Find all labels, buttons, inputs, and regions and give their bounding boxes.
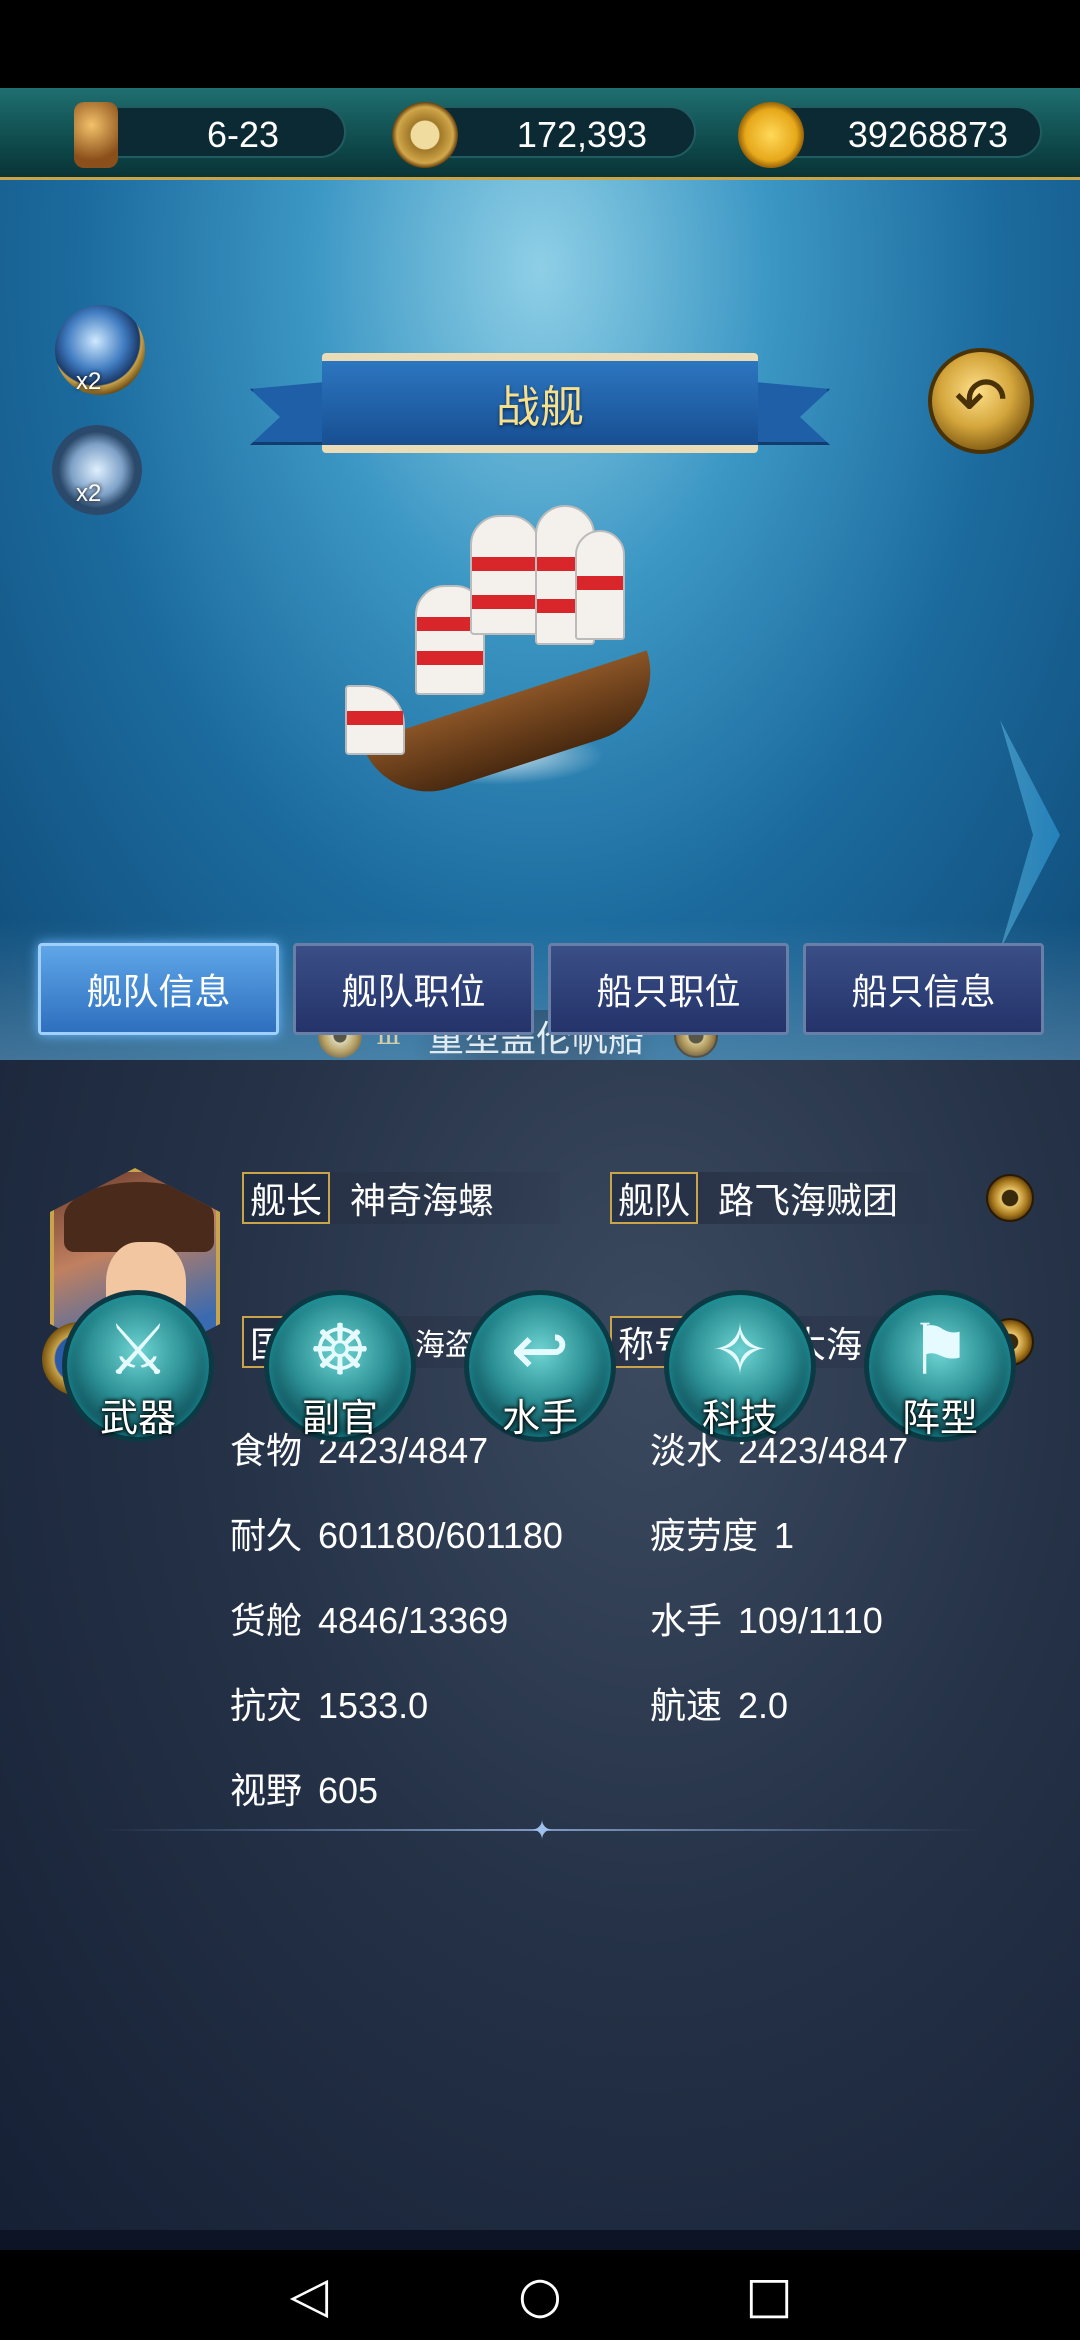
weapons-button[interactable]: ⚔ 武器: [62, 1290, 214, 1442]
tab-bar: 舰队信息 舰队职位 船只职位 船只信息: [38, 943, 1044, 1035]
system-nav-bar: ◁ ○ □: [0, 2250, 1080, 2340]
formation-button[interactable]: ⚑ 阵型: [864, 1290, 1016, 1442]
tab-ship-info[interactable]: 船只信息: [803, 943, 1044, 1035]
sailors-button[interactable]: ↩ 水手: [464, 1290, 616, 1442]
hook-icon: ↩: [510, 1309, 570, 1391]
stat-durability: 耐久 601180/601180: [230, 1507, 563, 1557]
compass-value: 172,393: [516, 114, 648, 155]
fleet-name: 路飞海贼团: [698, 1172, 929, 1224]
stat-value: 2.0: [738, 1685, 789, 1726]
sailors-label: 水手: [501, 1396, 578, 1440]
ship-sail: [575, 530, 625, 640]
change-fleet-icon[interactable]: [986, 1174, 1034, 1222]
stat-label: 货舱: [230, 1601, 303, 1642]
compass-resource[interactable]: 172,393: [392, 102, 696, 168]
status-strip: [0, 0, 1080, 88]
stat-value: 605: [318, 1770, 379, 1811]
nav-recents-icon[interactable]: □: [724, 2250, 814, 2340]
next-ship-arrow-icon[interactable]: [1000, 720, 1060, 950]
stat-cargo: 货舱 4846/13369: [230, 1592, 508, 1642]
stat-sailors: 水手 109/1110: [650, 1592, 883, 1642]
captain-label: 舰长: [242, 1172, 331, 1224]
fleet-field: 舰队 路飞海贼团: [610, 1172, 929, 1224]
stat-speed: 航速 2.0: [650, 1677, 788, 1727]
action-button-row: ⚔ 武器 ☸ 副官 ↩ 水手 ✧ 科技 ⚑ 阵型: [62, 1290, 1022, 1442]
tab-ship-positions[interactable]: 船只职位: [548, 943, 789, 1035]
sword-icon: ⚔: [106, 1309, 170, 1391]
stat-value: 109/1110: [738, 1600, 883, 1641]
fleet-label: 舰队: [610, 1172, 699, 1224]
page-title: 战舰: [496, 382, 584, 433]
stat-label: 航速: [650, 1686, 723, 1727]
stat-disaster-resistance: 抗灾 1533.0: [230, 1677, 428, 1727]
stat-value: 4846/13369: [318, 1600, 509, 1641]
captain-field: 舰长 神奇海螺: [242, 1172, 561, 1224]
stat-value: 1: [774, 1515, 795, 1556]
ship-hull: [361, 650, 669, 810]
bottom-edge: [0, 2230, 1080, 2250]
flag-icon: ⚑: [908, 1309, 972, 1391]
technology-label: 科技: [701, 1396, 778, 1440]
stat-label: 水手: [650, 1601, 723, 1642]
resource-bar: 6-23 172,393 39268873: [0, 88, 1080, 180]
back-arrow-icon: ↶: [954, 364, 1008, 438]
compass-icon: [392, 102, 458, 168]
ship-sail: [470, 515, 540, 635]
tab-fleet-positions[interactable]: 舰队职位: [293, 943, 534, 1035]
weapons-label: 武器: [99, 1396, 176, 1440]
stat-label: 抗灾: [230, 1686, 303, 1727]
anchor-coin-icon: [738, 102, 804, 168]
back-button[interactable]: ↶: [928, 348, 1034, 454]
ship-sail: [345, 685, 405, 755]
hourglass-icon: [74, 102, 118, 168]
date-value: 6-23: [206, 114, 280, 155]
formation-label: 阵型: [901, 1396, 978, 1440]
date-display[interactable]: 6-23: [74, 102, 346, 168]
nav-home-icon[interactable]: ○: [495, 2250, 585, 2340]
swords-buff-multiplier: x2: [76, 480, 102, 507]
stat-label: 疲劳度: [650, 1516, 759, 1557]
compass-icon: ✧: [710, 1309, 770, 1391]
fleet-info-panel: ☸ 舰长 神奇海螺 舰队 路飞海贼团 国籍 海盗 称号 星辰大海 食物2423/…: [0, 1060, 1080, 2250]
stat-label: 耐久: [230, 1516, 303, 1557]
nav-back-icon[interactable]: ◁: [264, 2250, 354, 2340]
gold-resource[interactable]: 39268873: [738, 102, 1042, 168]
technology-button[interactable]: ✧ 科技: [664, 1290, 816, 1442]
officers-button[interactable]: ☸ 副官: [264, 1290, 416, 1442]
search-buff-multiplier: x2: [76, 368, 102, 395]
stat-vision: 视野 605: [230, 1762, 378, 1812]
officers-label: 副官: [301, 1396, 378, 1440]
gold-value: 39268873: [847, 114, 1009, 155]
stat-value: 601180/601180: [318, 1515, 563, 1556]
divider-ornament-icon: ✦: [531, 1816, 553, 1846]
stat-value: 1533.0: [318, 1685, 429, 1726]
tab-fleet-info[interactable]: 舰队信息: [38, 943, 279, 1035]
captain-name: 神奇海螺: [330, 1172, 561, 1224]
stat-label: 视野: [230, 1771, 303, 1812]
title-banner: 战舰: [250, 345, 830, 455]
ship-scene: x2 x2 战舰 ↶ Ⅲ 重型盖伦帆船: [0, 180, 1080, 1060]
stat-fatigue: 疲劳度 1: [650, 1507, 794, 1557]
helm-wheel-icon: ☸: [308, 1309, 372, 1391]
ship-illustration: [325, 485, 705, 810]
banner-body: 战舰: [322, 353, 758, 453]
